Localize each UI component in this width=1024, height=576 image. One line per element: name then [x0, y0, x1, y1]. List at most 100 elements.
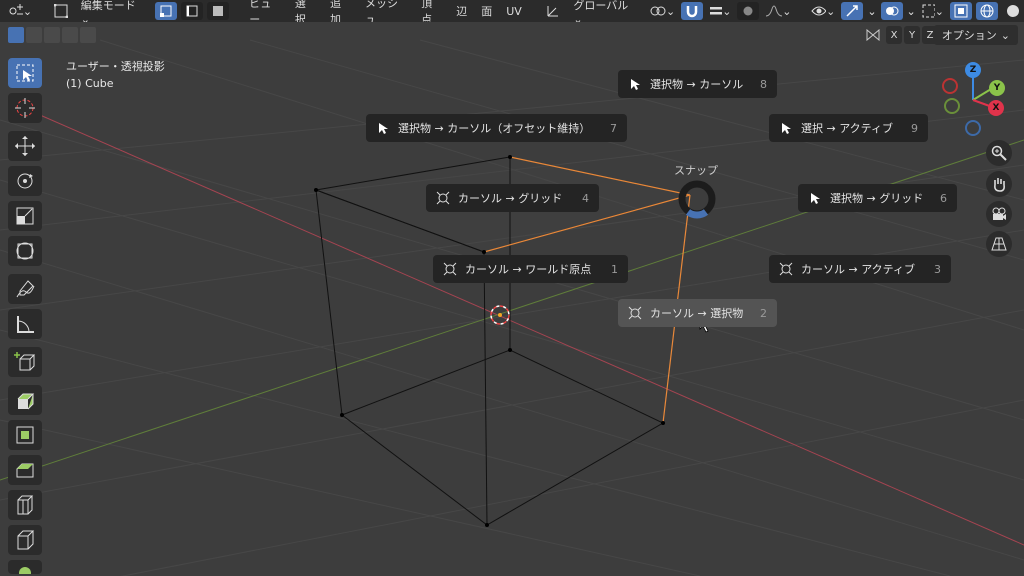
inset-tool[interactable] — [8, 420, 42, 450]
gizmo-x-axis[interactable]: X — [988, 100, 1004, 116]
menu-select[interactable]: 選択 — [290, 0, 321, 22]
pie-item-cursor-to-world-origin[interactable]: カーソル → ワールド原点 1 — [433, 255, 628, 283]
vertex-select-button[interactable] — [154, 2, 177, 20]
pie-item-label: カーソル → ワールド原点 — [465, 263, 592, 276]
pie-item-label: 選択物 → カーソル（オフセット維持） — [398, 122, 591, 135]
gizmo-y-axis[interactable]: Y — [989, 80, 1005, 96]
cursor-snap-icon — [777, 261, 795, 277]
shading-solid-icon[interactable] — [1002, 2, 1024, 20]
menu-add[interactable]: 追加 — [325, 0, 356, 22]
menu-mesh[interactable]: メッシュ — [360, 0, 412, 22]
add-cube-tool[interactable] — [8, 347, 42, 377]
measure-tool[interactable] — [8, 309, 42, 339]
rotate-tool[interactable] — [8, 166, 42, 196]
pie-menu-title: スナップ — [674, 164, 718, 177]
snap-magnet-icon[interactable] — [681, 2, 704, 20]
menu-uv[interactable]: UV — [501, 5, 527, 18]
snap-target-icon[interactable]: ⌄ — [707, 2, 733, 20]
edge-select-button[interactable] — [180, 2, 203, 20]
pie-item-selection-to-cursor-offset[interactable]: 選択物 → カーソル（オフセット維持） 7 — [366, 114, 627, 142]
menu-edge[interactable]: 辺 — [451, 3, 472, 19]
cursor-snap-icon — [434, 190, 452, 206]
left-toolbar — [8, 58, 46, 574]
pie-item-label: 選択 → アクティブ — [801, 122, 893, 135]
cursor-tool[interactable] — [8, 93, 42, 123]
select-intersect-icon[interactable] — [80, 27, 96, 43]
select-new-icon[interactable] — [8, 27, 24, 43]
select-invert-icon[interactable] — [62, 27, 78, 43]
pie-item-label: カーソル → 選択物 — [650, 307, 744, 320]
pie-item-selection-to-grid[interactable]: 選択物 → グリッド 6 — [798, 184, 957, 212]
arrow-cursor-icon — [777, 120, 795, 136]
viewport-info: ユーザー・透視投影 (1) Cube — [66, 58, 165, 92]
pie-item-label: 選択物 → カーソル — [650, 78, 744, 91]
pivot-icon[interactable]: ⌄ — [647, 2, 677, 20]
cursor-snap-icon — [441, 261, 459, 277]
visibility-eye-icon[interactable]: ⌄ — [809, 2, 837, 20]
pie-item-cursor-to-selected[interactable]: カーソル → 選択物 2 — [618, 299, 777, 327]
menu-vertex[interactable]: 頂点 — [416, 0, 447, 22]
mode-dropdown[interactable]: 編集モード ⌄ — [76, 0, 151, 22]
pie-item-hotkey: 8 — [760, 77, 767, 91]
cube-mesh[interactable] — [314, 156, 691, 526]
pie-item-hotkey: 3 — [934, 262, 941, 276]
gizmo-toggle-icon[interactable] — [841, 2, 864, 20]
menu-face[interactable]: 面 — [476, 3, 497, 19]
mesh-overlay-icon[interactable]: ⌄ — [920, 2, 946, 20]
xray-toggle-icon[interactable] — [949, 2, 972, 20]
falloff-icon[interactable]: ⌄ — [763, 2, 793, 20]
options-dropdown[interactable]: オプション ⌄ — [933, 25, 1018, 45]
header-bar: ⌄ 編集モード ⌄ ビュー 選択 追加 メッシュ 頂点 辺 面 UV グローバル… — [0, 0, 1024, 22]
pan-view-button[interactable] — [986, 171, 1012, 197]
camera-view-button[interactable] — [986, 201, 1012, 227]
arrow-cursor-icon — [626, 76, 644, 92]
orientation-label: グローバル — [573, 0, 629, 12]
ortho-toggle-button[interactable] — [986, 231, 1012, 257]
butterfly-mirror-icon — [862, 26, 884, 44]
extrude-tool[interactable] — [8, 385, 42, 415]
mirror-y-button[interactable]: Y — [904, 26, 920, 44]
gizmo-neg-x-axis[interactable] — [942, 78, 958, 94]
proportional-edit-icon[interactable] — [737, 2, 760, 20]
pie-item-selection-to-active[interactable]: 選択 → アクティブ 9 — [769, 114, 928, 142]
select-box-tool[interactable] — [8, 58, 42, 88]
select-extend-icon[interactable] — [26, 27, 42, 43]
shading-wireframe-icon[interactable] — [975, 2, 998, 20]
mirror-x-button[interactable]: X — [886, 26, 902, 44]
editor-type-icon[interactable]: ⌄ — [6, 2, 34, 20]
gizmo-neg-z-axis[interactable] — [965, 120, 981, 136]
pie-item-cursor-to-grid[interactable]: カーソル → グリッド 4 — [426, 184, 599, 212]
options-label: オプション — [941, 29, 997, 42]
gizmo-neg-y-axis[interactable] — [944, 98, 960, 114]
face-select-button[interactable] — [206, 2, 229, 20]
mode-label: 編集モード — [80, 0, 136, 12]
pie-item-hotkey: 7 — [610, 121, 617, 135]
navigation-gizmo[interactable]: Z Y X — [938, 58, 1008, 138]
pie-item-selection-to-cursor[interactable]: 選択物 → カーソル 8 — [618, 70, 777, 98]
pie-item-hotkey: 1 — [611, 262, 618, 276]
pie-item-label: 選択物 → グリッド — [830, 192, 924, 205]
view-name: ユーザー・透視投影 — [66, 60, 165, 73]
knife-tool[interactable] — [8, 525, 42, 555]
cursor-snap-icon — [626, 305, 644, 321]
annotate-tool[interactable] — [8, 274, 42, 304]
loop-cut-tool[interactable] — [8, 490, 42, 520]
transform-tool[interactable] — [8, 236, 42, 266]
3d-cursor-icon[interactable] — [490, 305, 510, 325]
bevel-tool[interactable] — [8, 455, 42, 485]
pie-item-hotkey: 4 — [582, 191, 589, 205]
menu-view[interactable]: ビュー — [244, 0, 286, 22]
move-tool[interactable] — [8, 131, 42, 161]
overlay-icon[interactable] — [880, 2, 903, 20]
arrow-cursor-icon — [806, 190, 824, 206]
scale-tool[interactable] — [8, 201, 42, 231]
zoom-view-button[interactable] — [986, 140, 1012, 166]
pie-item-cursor-to-active[interactable]: カーソル → アクティブ 3 — [769, 255, 951, 283]
orientation-dropdown[interactable]: グローバル ⌄ — [568, 0, 643, 22]
gizmo-z-axis[interactable]: Z — [965, 62, 981, 78]
pie-item-label: カーソル → アクティブ — [801, 263, 915, 276]
zoom-icon — [991, 145, 1007, 161]
select-subtract-icon[interactable] — [44, 27, 60, 43]
chevron-down-icon: ⌄ — [1000, 28, 1010, 42]
poly-build-tool[interactable] — [8, 560, 42, 574]
